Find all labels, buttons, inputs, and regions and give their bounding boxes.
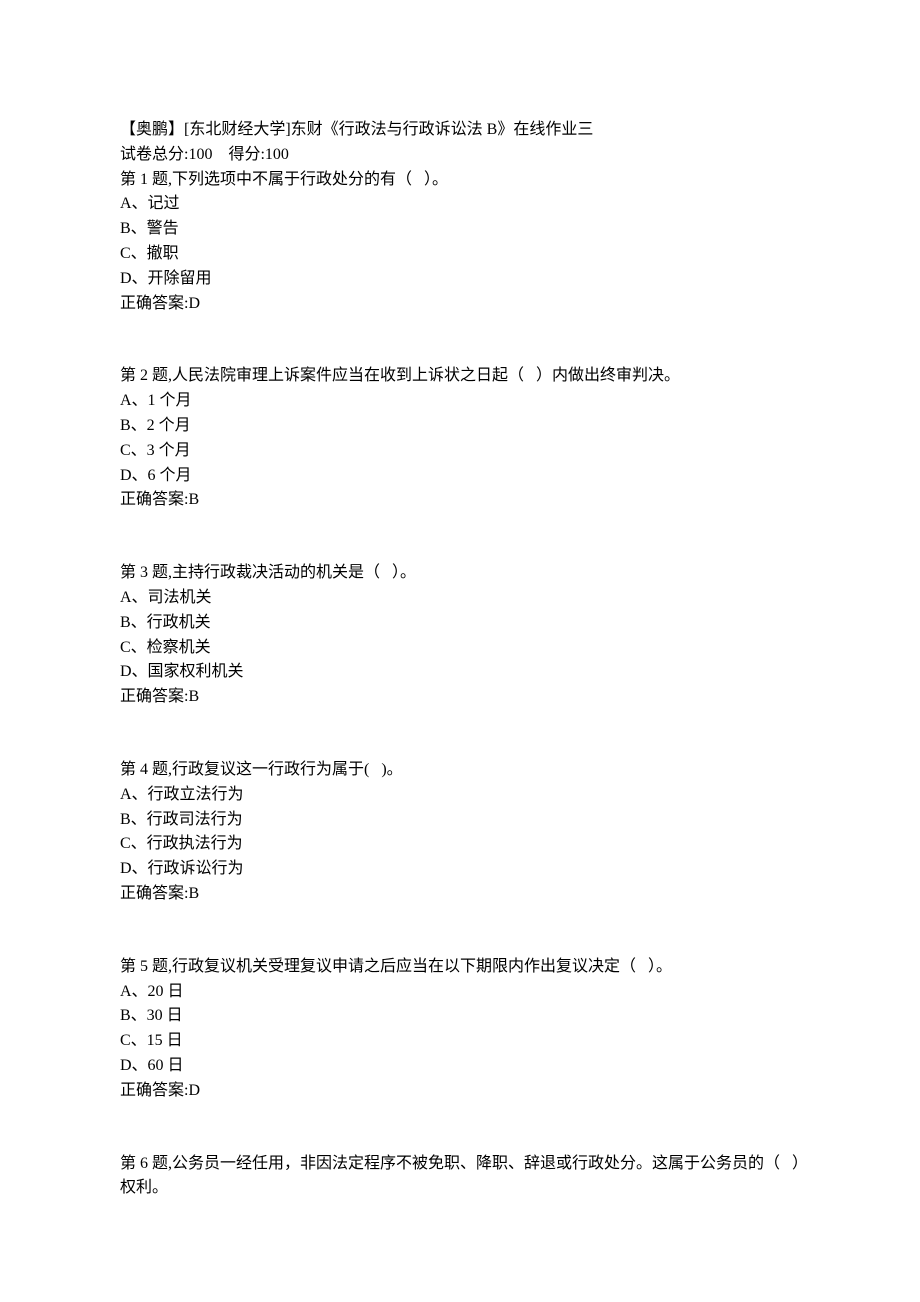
option: B、警告 <box>120 217 800 242</box>
question-block: 第 2 题,人民法院审理上诉案件应当在收到上诉状之日起（ ）内做出终审判决。 A… <box>120 364 800 513</box>
option: A、记过 <box>120 192 800 217</box>
header-block: 【奥鹏】[东北财经大学]东财《行政法与行政诉讼法 B》在线作业三 试卷总分:10… <box>120 118 800 316</box>
option: A、行政立法行为 <box>120 783 800 808</box>
option: D、6 个月 <box>120 464 800 489</box>
question-block: 第 4 题,行政复议这一行政行为属于( )。 A、行政立法行为 B、行政司法行为… <box>120 758 800 907</box>
option: C、撤职 <box>120 242 800 267</box>
option: B、行政机关 <box>120 611 800 636</box>
option: A、司法机关 <box>120 586 800 611</box>
question-block: 第 6 题,公务员一经任用，非因法定程序不被免职、降职、辞退或行政处分。这属于公… <box>120 1152 800 1202</box>
question-stem: 第 3 题,主持行政裁决活动的机关是（ ）。 <box>120 561 800 586</box>
option: D、60 日 <box>120 1054 800 1079</box>
option: B、30 日 <box>120 1004 800 1029</box>
option: D、国家权利机关 <box>120 660 800 685</box>
answer: 正确答案:B <box>120 488 800 513</box>
option: C、15 日 <box>120 1029 800 1054</box>
option: A、1 个月 <box>120 389 800 414</box>
answer: 正确答案:D <box>120 1079 800 1104</box>
option: C、检察机关 <box>120 636 800 661</box>
answer: 正确答案:D <box>120 292 800 317</box>
question-block: 第 3 题,主持行政裁决活动的机关是（ ）。 A、司法机关 B、行政机关 C、检… <box>120 561 800 710</box>
option: D、行政诉讼行为 <box>120 857 800 882</box>
option: C、3 个月 <box>120 439 800 464</box>
question-stem: 第 5 题,行政复议机关受理复议申请之后应当在以下期限内作出复议决定（ ）。 <box>120 955 800 980</box>
question-stem: 第 4 题,行政复议这一行政行为属于( )。 <box>120 758 800 783</box>
answer: 正确答案:B <box>120 685 800 710</box>
option: B、行政司法行为 <box>120 808 800 833</box>
option: B、2 个月 <box>120 414 800 439</box>
question-stem: 第 1 题,下列选项中不属于行政处分的有（ ）。 <box>120 168 800 193</box>
score-line: 试卷总分:100 得分:100 <box>120 143 800 168</box>
document-title: 【奥鹏】[东北财经大学]东财《行政法与行政诉讼法 B》在线作业三 <box>120 118 800 143</box>
question-block: 第 5 题,行政复议机关受理复议申请之后应当在以下期限内作出复议决定（ ）。 A… <box>120 955 800 1104</box>
question-stem: 第 6 题,公务员一经任用，非因法定程序不被免职、降职、辞退或行政处分。这属于公… <box>120 1152 800 1202</box>
option: C、行政执法行为 <box>120 832 800 857</box>
option: A、20 日 <box>120 980 800 1005</box>
option: D、开除留用 <box>120 267 800 292</box>
answer: 正确答案:B <box>120 882 800 907</box>
question-stem: 第 2 题,人民法院审理上诉案件应当在收到上诉状之日起（ ）内做出终审判决。 <box>120 364 800 389</box>
page: 【奥鹏】[东北财经大学]东财《行政法与行政诉讼法 B》在线作业三 试卷总分:10… <box>0 0 920 1302</box>
